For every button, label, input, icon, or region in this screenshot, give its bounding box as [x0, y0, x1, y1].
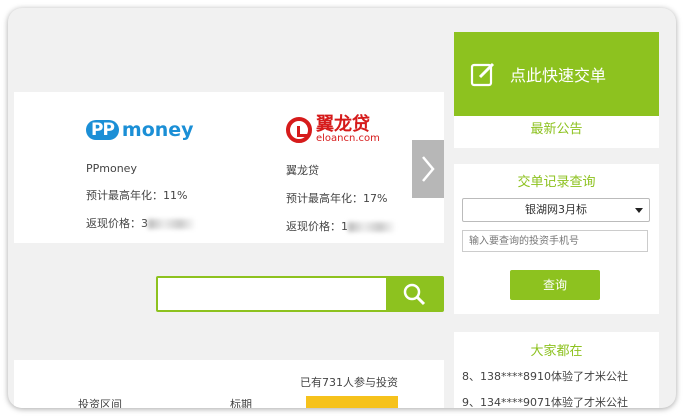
- caret-down-icon: [635, 208, 643, 213]
- quick-order-label: 点此快速交单: [510, 66, 607, 85]
- eloancn-logo-icon: [286, 117, 312, 143]
- product-cashback: 返现价格：3: [86, 215, 266, 231]
- ppmoney-logo-text: money: [121, 119, 194, 141]
- eloancn-logo-text: 翼龙贷: [316, 114, 370, 135]
- eloancn-logo-sub: eloancn.com: [316, 133, 380, 144]
- product-carousel: PP money PPmoney 预计最高年化：11% 返现价格：3 翼龙贷 el…: [14, 92, 444, 243]
- phone-input[interactable]: [462, 230, 648, 252]
- chevron-right-icon: [422, 156, 435, 182]
- query-button[interactable]: 查询: [510, 270, 600, 300]
- activity-feed: 大家都在 8、138****8910体验了才米公社 9、134****9071体…: [454, 332, 659, 408]
- col-header-term: 标期: [230, 398, 252, 408]
- feed-title: 大家都在: [530, 344, 583, 359]
- product-name: PPmoney: [86, 162, 137, 175]
- product-rate: 预计最高年化：11%: [86, 189, 188, 202]
- search-button[interactable]: [386, 278, 442, 310]
- main-column: PP money PPmoney 预计最高年化：11% 返现价格：3 翼龙贷 el…: [14, 8, 444, 408]
- feed-item: 9、134****9071体验了才米公社: [462, 396, 628, 408]
- search-icon: [403, 283, 426, 306]
- query-title: 交单记录查询: [517, 175, 596, 190]
- product-cashback: 返现价格：1: [286, 218, 466, 234]
- search-input[interactable]: [164, 282, 386, 308]
- order-query-panel: 交单记录查询 银湖网3月标 查询: [454, 164, 659, 314]
- investor-count: 已有731人参与投资: [300, 376, 398, 389]
- blurred-value: [148, 219, 196, 229]
- cashback-label: 返现价格：1: [286, 220, 348, 233]
- ppmoney-logo: PP money: [86, 112, 266, 148]
- search-box: [156, 276, 444, 312]
- col-header-range: 投资区间: [78, 398, 122, 408]
- edit-icon: [470, 62, 495, 87]
- platform-select[interactable]: 银湖网3月标: [462, 198, 650, 222]
- carousel-next-button[interactable]: [412, 140, 444, 198]
- cashback-label: 返现价格：3: [86, 217, 148, 230]
- platform-select-value: 银湖网3月标: [525, 203, 587, 216]
- invest-panel: 已有731人参与投资 投资区间 标期: [14, 360, 444, 408]
- browser-frame: PP money PPmoney 预计最高年化：11% 返现价格：3 翼龙贷 el…: [8, 8, 676, 408]
- quick-order-button[interactable]: 点此快速交单: [454, 32, 659, 116]
- notice-link[interactable]: 最新公告: [454, 116, 659, 148]
- product-card-ppmoney[interactable]: PP money PPmoney 预计最高年化：11% 返现价格：3: [86, 112, 266, 231]
- feed-item: 8、138****8910体验了才米公社: [462, 370, 628, 383]
- ppmoney-logo-prefix: PP: [86, 120, 119, 140]
- blurred-value: [348, 222, 396, 232]
- invest-action-button[interactable]: [306, 396, 398, 408]
